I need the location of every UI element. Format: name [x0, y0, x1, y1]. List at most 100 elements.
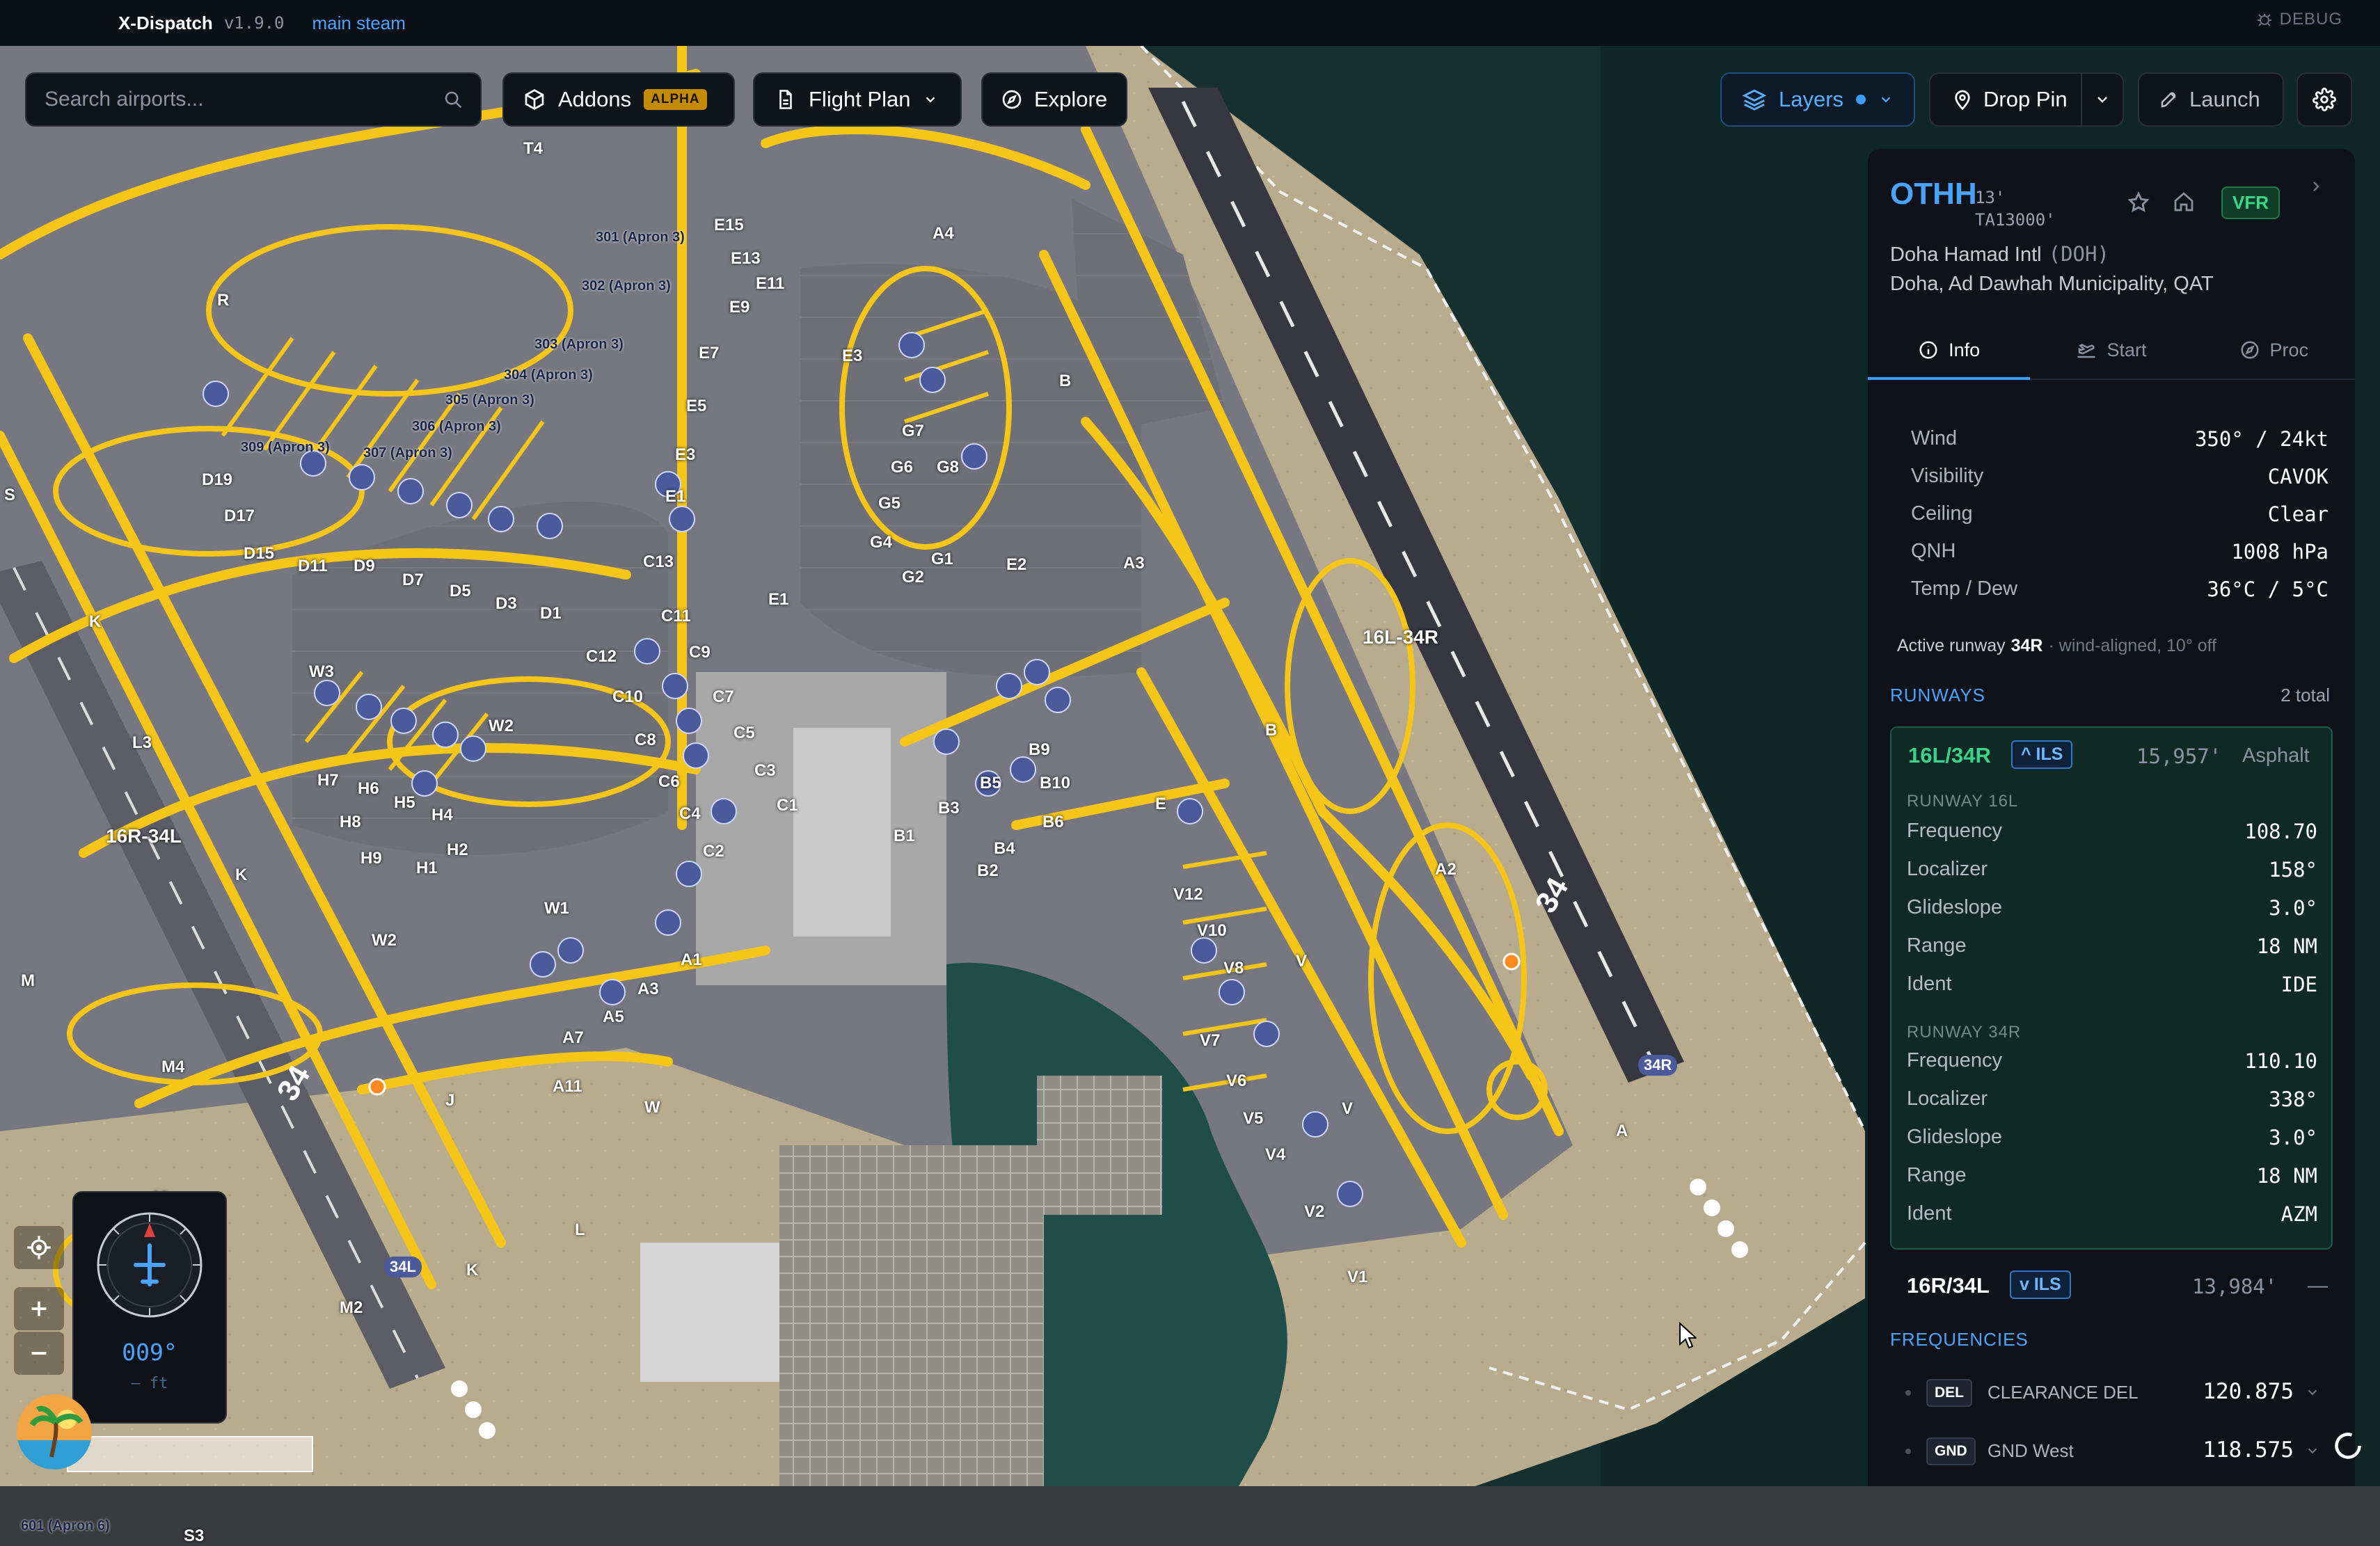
debug-toggle[interactable]: DEBUG	[2256, 10, 2342, 29]
taxiway-label: H5	[394, 793, 415, 812]
taxiway-label: D11	[298, 557, 328, 575]
taxiway-label: M2	[340, 1298, 363, 1317]
ils-key: Localizer	[1907, 858, 1988, 880]
user-avatar[interactable]	[17, 1394, 92, 1469]
drop-pin-dropdown[interactable]	[2081, 72, 2124, 127]
taxiway-label: E	[1155, 795, 1167, 813]
airport-name: Doha Hamad Intl (DOH)	[1890, 242, 2109, 266]
ils-key: Localizer	[1907, 1087, 1988, 1110]
taxiway-label: C4	[679, 804, 701, 823]
transition-altitude: TA13000'	[1975, 210, 2056, 230]
taxiway-label: H1	[416, 859, 438, 877]
ils-value: 338°	[2269, 1087, 2317, 1111]
taxiway-label: C8	[635, 731, 656, 749]
threshold-34r[interactable]: 34R	[1638, 1055, 1678, 1076]
weather-value: Clear	[2267, 502, 2329, 526]
weather-value: 350° / 24kt	[2194, 427, 2329, 451]
taxiway-label: E13	[731, 249, 761, 268]
taxiway-label: W	[644, 1098, 660, 1117]
taxiway-label: V1	[1347, 1268, 1368, 1286]
drop-pin-button[interactable]: Drop Pin	[1929, 72, 2082, 127]
chevron-right-icon[interactable]	[2308, 177, 2324, 196]
chevron-down-icon	[2308, 1448, 2317, 1454]
taxiway-label: A1	[681, 950, 702, 969]
title-bar: X-Dispatch v1.9.0 main steam DEBUG	[0, 0, 2380, 46]
ils-row: Glideslope 3.0°	[1907, 896, 2317, 920]
taxiway-label: V6	[1226, 1071, 1247, 1090]
ils-key: Frequency	[1907, 820, 2003, 842]
taxiway-label: G2	[902, 568, 925, 587]
ils-key: Glideslope	[1907, 1126, 2003, 1148]
zoom-in-button[interactable]	[14, 1287, 64, 1330]
taxiway-label: V	[1342, 1099, 1354, 1118]
info-icon	[1919, 341, 1937, 359]
tab-proc-label: Proc	[2269, 339, 2309, 360]
runway-surface: Asphalt	[2242, 744, 2310, 767]
flight-plan-button[interactable]: Flight Plan	[753, 72, 962, 127]
flight-plan-label: Flight Plan	[809, 87, 911, 111]
frequency-row-gnd[interactable]: GND GND West 118.575	[1890, 1428, 2333, 1476]
taxiway-label: D5	[450, 582, 471, 600]
recenter-button[interactable]	[14, 1226, 64, 1269]
addons-button[interactable]: Addons ALPHA	[502, 72, 735, 127]
taxiway-label: K	[89, 612, 102, 631]
taxiway-label: D17	[224, 507, 255, 525]
favorite-star-icon[interactable]	[2127, 191, 2150, 214]
threshold-34l[interactable]: 34L	[384, 1257, 422, 1277]
search-input[interactable]: Search airports...	[45, 88, 443, 111]
search-box[interactable]: Search airports...	[25, 72, 482, 127]
chevron-down-icon	[926, 97, 935, 103]
tab-info[interactable]: Info	[1868, 321, 2031, 380]
home-icon[interactable]	[2173, 191, 2195, 213]
frequency-row-del[interactable]: DEL CLEARANCE DEL 120.875	[1890, 1369, 2333, 1418]
taxiway-label: M	[21, 971, 35, 990]
layers-button[interactable]: Layers	[1720, 72, 1915, 127]
runway-row-16r-34l[interactable]: 16R/34L v ILS 13,984' —	[1890, 1261, 2333, 1309]
weather-row-visibility: Visibility CAVOK	[1911, 465, 2329, 488]
taxiway-label: G7	[902, 422, 925, 440]
ils-row: Localizer 338°	[1907, 1087, 2317, 1111]
weather-value: 1008 hPa	[2231, 540, 2329, 564]
branch-link[interactable]: main steam	[312, 13, 406, 34]
taxiway-label: B	[1265, 721, 1278, 740]
weather-row-temp: Temp / Dew 36°C / 5°C	[1911, 577, 2329, 601]
taxiway-label: E3	[675, 445, 696, 464]
taxiway-label: 304 (Apron 3)	[504, 367, 593, 383]
taxiway-label: E5	[686, 397, 707, 415]
taxiway-label: G4	[870, 533, 893, 552]
compass-widget: 009° — ft	[72, 1191, 227, 1424]
taxiway-label: B9	[1029, 740, 1050, 759]
taxiway-label: G6	[891, 458, 914, 477]
ils-row: Range 18 NM	[1907, 934, 2317, 958]
taxiway-label: C11	[661, 607, 691, 625]
taxiway-label: E15	[714, 216, 744, 234]
taxiway-label: V	[1296, 952, 1308, 971]
ils-key: Ident	[1907, 1202, 1952, 1225]
settings-button[interactable]	[2296, 72, 2352, 127]
chevron-down-icon	[2097, 97, 2107, 103]
rocket-icon	[2161, 92, 2176, 108]
active-runway-value: 34R	[2010, 636, 2043, 655]
taxiway-label: 303 (Apron 3)	[534, 337, 624, 352]
tab-proc[interactable]: Proc	[2193, 321, 2355, 378]
taxiway-label: A7	[562, 1028, 584, 1047]
runway-card-16l-34r[interactable]: 16L/34R ^ ILS 15,957' Asphalt RUNWAY 16L…	[1890, 726, 2333, 1250]
taxiway-label: W2	[372, 931, 397, 950]
weather-key: Visibility	[1911, 465, 1984, 487]
tab-start[interactable]: Start	[2030, 321, 2192, 378]
taxiway-label: T4	[523, 139, 544, 158]
taxiway-label: W1	[544, 899, 569, 918]
ils-badge: ^ ILS	[2011, 740, 2073, 769]
taxiway-label: H6	[358, 779, 379, 798]
compass-icon	[2241, 341, 2259, 359]
taxiway-label: E3	[842, 346, 863, 365]
taxiway-label: D1	[540, 604, 562, 623]
zoom-out-button[interactable]	[14, 1332, 64, 1375]
ils-row: Range 18 NM	[1907, 1164, 2317, 1188]
search-icon	[445, 91, 462, 109]
frequency-tag: DEL	[1926, 1379, 1972, 1407]
launch-button[interactable]: Launch	[2138, 72, 2284, 127]
explore-button[interactable]: Explore	[981, 72, 1127, 127]
taxiway-label: H9	[360, 849, 382, 868]
ils-value: 110.10	[2244, 1049, 2317, 1073]
